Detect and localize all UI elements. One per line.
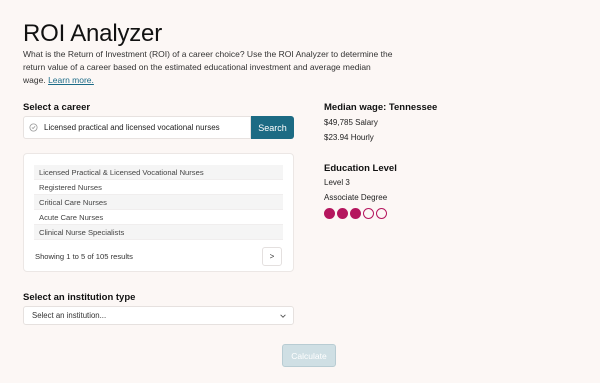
chevron-down-icon [279, 312, 287, 320]
level-dot-filled [337, 208, 348, 219]
results-list: Licensed Practical & Licensed Vocational… [34, 165, 283, 240]
list-item[interactable]: Licensed Practical & Licensed Vocational… [34, 165, 283, 180]
institution-label: Select an institution type [23, 292, 136, 303]
list-item[interactable]: Acute Care Nurses [34, 210, 283, 225]
education-level-indicator [324, 208, 387, 219]
list-item[interactable]: Clinical Nurse Specialists [34, 225, 283, 240]
wage-hourly: $23.94 Hourly [324, 133, 374, 142]
list-item[interactable]: Critical Care Nurses [34, 195, 283, 210]
search-button[interactable]: Search [251, 116, 294, 139]
institution-select-value: Select an institution... [32, 311, 107, 320]
wage-heading: Median wage: Tennessee [324, 102, 438, 113]
career-search: Search [23, 116, 294, 139]
list-item[interactable]: Registered Nurses [34, 180, 283, 195]
search-input[interactable] [44, 123, 244, 132]
career-label: Select a career [23, 102, 91, 113]
learn-more-link[interactable]: Learn more. [48, 75, 94, 85]
education-level: Level 3 [324, 178, 350, 187]
calculate-button[interactable]: Calculate [282, 344, 336, 367]
institution-select[interactable]: Select an institution... [23, 306, 294, 325]
level-dot-empty [376, 208, 387, 219]
level-dot-filled [324, 208, 335, 219]
results-count: Showing 1 to 5 of 105 results [35, 252, 133, 261]
results-panel: Licensed Practical & Licensed Vocational… [23, 153, 294, 272]
next-page-button[interactable]: > [262, 247, 282, 266]
search-icon [29, 123, 38, 132]
page-title: ROI Analyzer [23, 20, 162, 47]
search-field[interactable] [23, 116, 251, 139]
level-dot-filled [350, 208, 361, 219]
level-dot-empty [363, 208, 374, 219]
intro-text: What is the Return of Investment (ROI) o… [23, 48, 393, 87]
education-degree: Associate Degree [324, 193, 388, 202]
education-heading: Education Level [324, 163, 397, 174]
wage-salary: $49,785 Salary [324, 118, 378, 127]
